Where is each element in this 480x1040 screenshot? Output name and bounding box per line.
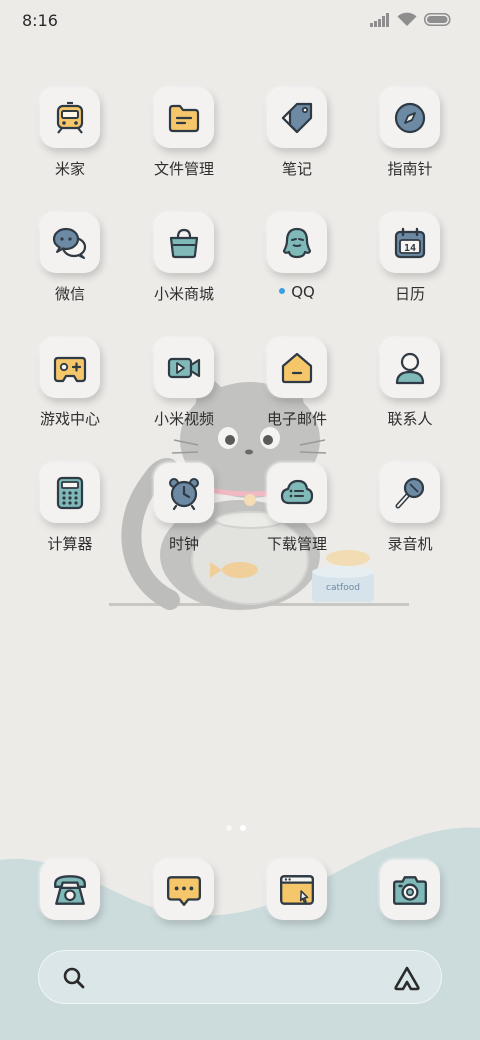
- app-label: 录音机: [387, 535, 433, 553]
- wifi-icon: [397, 12, 417, 26]
- home-train-icon: [56, 101, 84, 134]
- app-email[interactable]: 电子邮件: [247, 338, 347, 458]
- catfood-can-label: catfood: [326, 583, 360, 593]
- app-qq[interactable]: QQ: [247, 213, 347, 333]
- dock-messages[interactable]: [154, 860, 214, 920]
- app-mijia-tile[interactable]: [40, 88, 100, 148]
- camera-icon: [393, 876, 427, 905]
- app-clock-tile[interactable]: [154, 463, 214, 523]
- app-wechat[interactable]: 微信: [20, 213, 120, 333]
- app-qq-tile[interactable]: [267, 213, 327, 273]
- person-icon: [395, 352, 425, 385]
- page-dot[interactable]: [226, 825, 232, 831]
- app-mi-store[interactable]: 小米商城: [134, 213, 234, 333]
- status-icons: [370, 12, 452, 27]
- app-calendar[interactable]: 14 日历: [360, 213, 460, 333]
- cloud-download-icon: [280, 479, 314, 505]
- app-file-manager[interactable]: 文件管理: [134, 88, 234, 208]
- envelope-icon: [281, 352, 313, 384]
- signal-icon: [370, 12, 389, 27]
- dock-phone[interactable]: [40, 860, 100, 920]
- app-recorder[interactable]: 录音机: [360, 463, 460, 583]
- calendar-icon: 14: [394, 227, 426, 259]
- app-contacts[interactable]: 联系人: [360, 338, 460, 458]
- app-wechat-tile[interactable]: [40, 213, 100, 273]
- app-game-center[interactable]: 游戏中心: [20, 338, 120, 458]
- app-mi-video[interactable]: 小米视频: [134, 338, 234, 458]
- app-clock[interactable]: 时钟: [134, 463, 234, 583]
- page-indicator[interactable]: [226, 825, 246, 831]
- battery-icon: [424, 13, 451, 26]
- alarm-clock-icon: [169, 478, 199, 511]
- app-label: 米家: [54, 160, 85, 178]
- chat-bubbles-icon: [52, 227, 87, 259]
- app-calculator[interactable]: 计算器: [20, 463, 120, 583]
- app-label: 小米视频: [153, 410, 214, 428]
- app-label: 笔记: [281, 160, 312, 178]
- dock-browser[interactable]: [267, 860, 327, 920]
- wallpaper-wave: [0, 827, 480, 1040]
- app-label: 小米商城: [153, 285, 214, 303]
- app-label: 游戏中心: [39, 410, 100, 428]
- new-badge-dot: [279, 287, 286, 294]
- browser-icon: [280, 875, 314, 905]
- app-mi-video-tile[interactable]: [154, 338, 214, 398]
- app-file-manager-tile[interactable]: [154, 88, 214, 148]
- app-download-manager[interactable]: 下载管理: [247, 463, 347, 583]
- gamepad-icon: [53, 356, 87, 383]
- telephone-icon: [54, 875, 86, 905]
- shopping-bag-icon: [169, 228, 199, 259]
- app-label: 微信: [54, 285, 85, 303]
- search-icon[interactable]: [61, 965, 87, 991]
- assistant-icon[interactable]: [393, 965, 421, 991]
- app-label-qq: QQ: [247, 283, 347, 301]
- app-email-tile[interactable]: [267, 338, 327, 398]
- app-label: 电子邮件: [266, 410, 327, 428]
- app-label: 文件管理: [153, 160, 214, 178]
- app-label-text: QQ: [291, 283, 315, 301]
- app-contacts-tile[interactable]: [380, 338, 440, 398]
- status-time: 8:16: [22, 11, 58, 30]
- app-calendar-tile[interactable]: 14: [380, 213, 440, 273]
- app-label: 时钟: [168, 535, 199, 553]
- penguin-icon: [282, 227, 312, 259]
- calculator-icon: [56, 476, 84, 510]
- app-compass[interactable]: 指南针: [360, 88, 460, 208]
- calendar-date: 14: [404, 243, 416, 254]
- app-label: 指南针: [387, 160, 433, 178]
- app-mi-store-tile[interactable]: [154, 213, 214, 273]
- app-download-manager-tile[interactable]: [267, 463, 327, 523]
- folder-icon: [168, 104, 200, 133]
- app-label: 下载管理: [266, 535, 327, 553]
- message-icon: [167, 876, 201, 906]
- video-camera-icon: [167, 357, 201, 379]
- app-notes-tile[interactable]: [267, 88, 327, 148]
- compass-icon: [394, 102, 426, 134]
- app-compass-tile[interactable]: [380, 88, 440, 148]
- app-label: 联系人: [387, 410, 433, 428]
- app-label: 计算器: [47, 535, 93, 553]
- app-game-center-tile[interactable]: [40, 338, 100, 398]
- microphone-icon: [395, 477, 425, 509]
- tag-icon: [281, 102, 313, 134]
- dock-camera[interactable]: [380, 860, 440, 920]
- search-bar[interactable]: [38, 950, 442, 1004]
- app-label: 日历: [394, 285, 425, 303]
- app-notes[interactable]: 笔记: [247, 88, 347, 208]
- status-bar: 8:16: [0, 0, 480, 40]
- app-mijia[interactable]: 米家: [20, 88, 120, 208]
- app-recorder-tile[interactable]: [380, 463, 440, 523]
- page-dot-active[interactable]: [240, 825, 246, 831]
- app-calculator-tile[interactable]: [40, 463, 100, 523]
